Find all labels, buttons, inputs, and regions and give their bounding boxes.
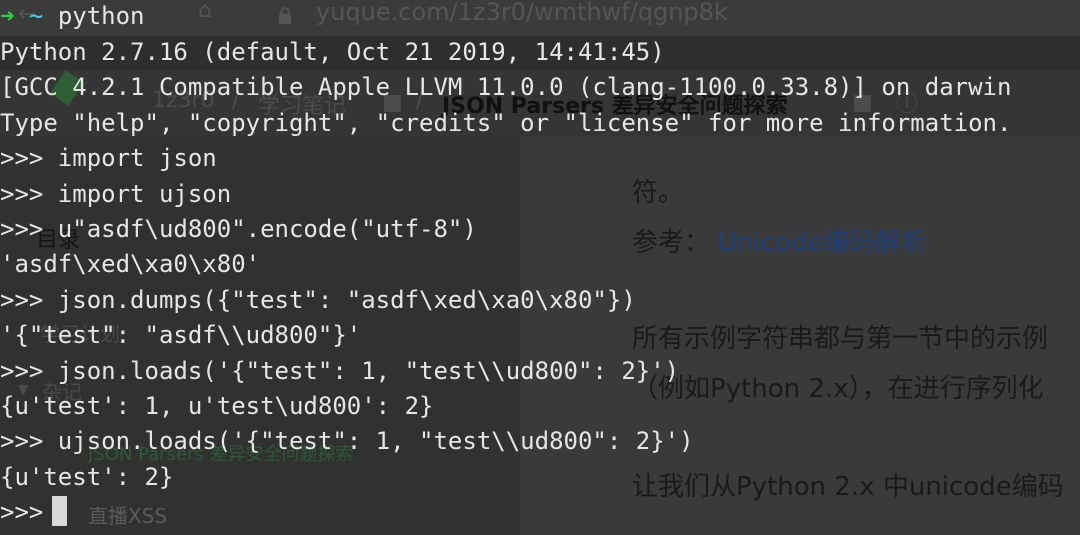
terminal-output-line: {u'test': 2} — [0, 462, 174, 491]
terminal-output-line: >>> import ujson — [0, 179, 232, 208]
terminal-output-line: Python 2.7.16 (default, Oct 21 2019, 14:… — [0, 38, 665, 66]
terminal-output-line: >>> ujson.loads('{"test": 1, "test\\ud80… — [0, 427, 694, 456]
terminal-output-line: >>> u"asdf\ud800".encode("utf-8") — [0, 215, 477, 243]
terminal-output-line: '{"test": "asdf\\ud800"}' — [0, 321, 362, 350]
terminal-window[interactable]: ➜ ~ python Python 2.7.16 (default, Oct 2… — [0, 0, 1080, 535]
terminal-output-line: >>> import json — [0, 144, 217, 173]
shell-prompt-line: ➜ ~ python — [0, 0, 145, 34]
terminal-output-line: >>> json.dumps({"test": "asdf\xed\xa0\x8… — [0, 285, 636, 314]
terminal-output-line: Type "help", "copyright", "credits" or "… — [0, 108, 1012, 137]
terminal-output-line: >>> json.loads('{"test": 1, "test\\ud800… — [0, 356, 680, 385]
text-cursor — [51, 496, 67, 526]
shell-command: python — [57, 2, 145, 30]
terminal-output-line: 'asdf\xed\xa0\x80' — [0, 250, 261, 279]
terminal-output-line: {u'test': 1, u'test\ud800': 2} — [0, 392, 434, 420]
terminal-output-line: [GCC 4.2.1 Compatible Apple LLVM 11.0.0 … — [0, 73, 1012, 102]
interactive-prompt-line[interactable]: >>> — [0, 494, 67, 530]
prompt-arrow-icon: ➜ — [0, 2, 15, 30]
prompt-directory: ~ — [28, 2, 44, 30]
python-prompt: >>> — [0, 498, 44, 526]
